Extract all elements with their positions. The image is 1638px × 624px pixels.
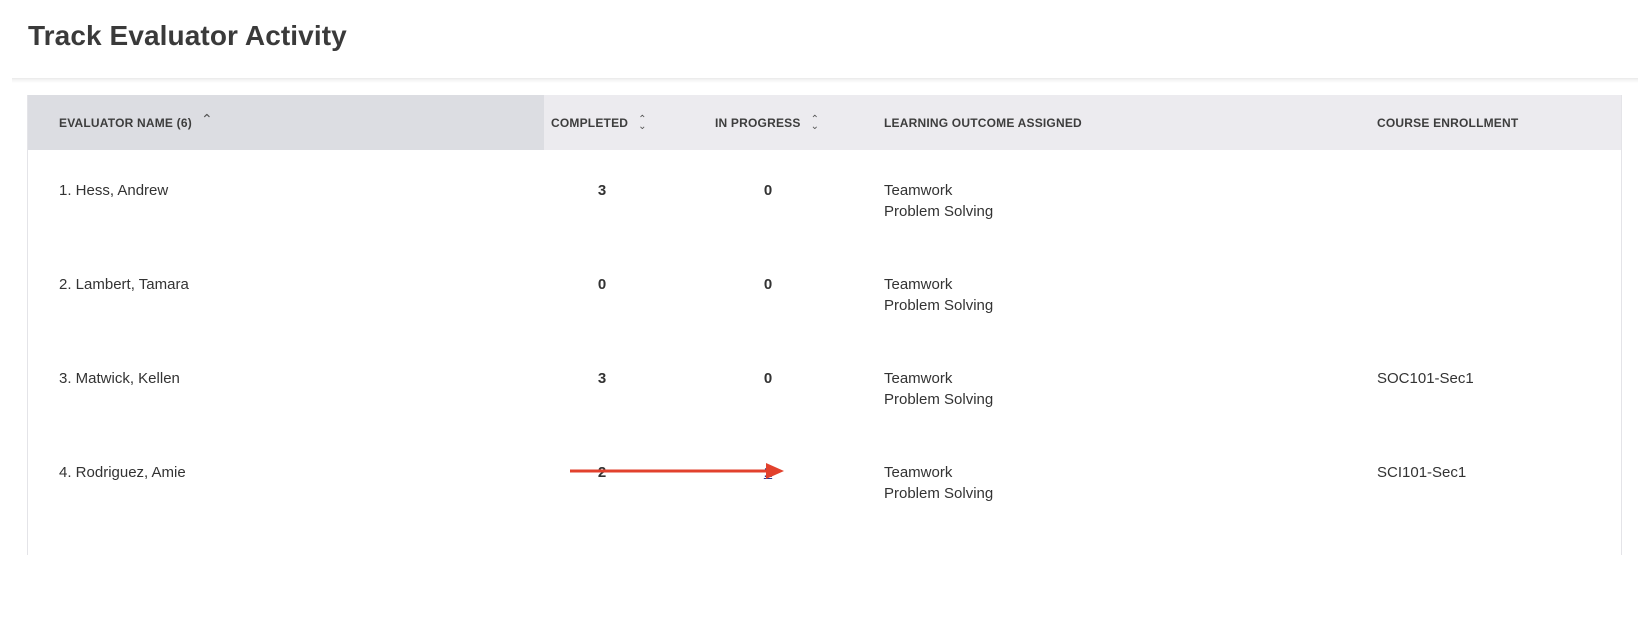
learning-outcome: Teamwork — [884, 370, 953, 387]
evaluator-name: 1. Hess, Andrew — [59, 182, 169, 199]
column-header-evaluator-name[interactable]: EVALUATOR NAME (6) ⌃ — [59, 95, 213, 150]
learning-outcome-list: Teamwork Problem Solving — [884, 462, 993, 504]
in-progress-count: 0 — [763, 182, 773, 199]
table-row — [28, 526, 1621, 555]
column-header-in-progress-label: IN PROGRESS — [715, 115, 801, 130]
table-header-row: EVALUATOR NAME (6) ⌃ COMPLETED ⌃ ⌄ IN PRO… — [28, 95, 1621, 150]
evaluator-name: 2. Lambert, Tamara — [59, 276, 189, 293]
completed-count: 3 — [597, 370, 607, 387]
completed-count: 3 — [597, 182, 607, 199]
sort-ascending-icon[interactable]: ⌃ — [201, 111, 213, 128]
column-header-in-progress[interactable]: IN PROGRESS ⌃ ⌄ — [715, 95, 819, 150]
evaluator-name: 3. Matwick, Kellen — [59, 370, 180, 387]
course-enrollment: SOC101-Sec1 — [1377, 370, 1474, 387]
table-row: 2. Lambert, Tamara 0 0 Teamwork Problem … — [28, 244, 1621, 339]
learning-outcome: Problem Solving — [884, 391, 994, 408]
column-header-evaluator-name-label: EVALUATOR NAME (6) — [59, 115, 192, 130]
table-row: 3. Matwick, Kellen 3 0 Teamwork Problem … — [28, 338, 1621, 433]
page: Track Evaluator Activity EVALUATOR NAME … — [0, 0, 1638, 624]
annotation-arrow-icon — [570, 463, 784, 479]
column-header-learning-outcome: LEARNING OUTCOME ASSIGNED — [884, 95, 1082, 150]
learning-outcome: Problem Solving — [884, 297, 994, 314]
learning-outcome-list: Teamwork Problem Solving — [884, 368, 993, 410]
learning-outcome-list: Teamwork Problem Solving — [884, 180, 993, 222]
learning-outcome: Problem Solving — [884, 485, 994, 502]
column-header-completed[interactable]: COMPLETED ⌃ ⌄ — [551, 95, 647, 150]
in-progress-count: 0 — [763, 276, 773, 293]
learning-outcome: Problem Solving — [884, 203, 994, 220]
evaluator-name: 4. Rodriguez, Amie — [59, 464, 186, 481]
page-title: Track Evaluator Activity — [28, 20, 347, 51]
column-header-completed-label: COMPLETED — [551, 115, 629, 130]
completed-count: 0 — [597, 276, 607, 293]
in-progress-count: 0 — [763, 370, 773, 387]
course-enrollment: SCI101-Sec1 — [1377, 464, 1467, 481]
learning-outcome-list: Teamwork Problem Solving — [884, 274, 993, 316]
sort-toggle-icon[interactable]: ⌃ ⌄ — [638, 114, 647, 131]
sort-toggle-icon[interactable]: ⌃ ⌄ — [811, 114, 820, 131]
table-row: 1. Hess, Andrew 3 0 Teamwork Problem Sol… — [28, 150, 1621, 245]
column-header-course-enrollment-label: COURSE ENROLLMENT — [1377, 115, 1519, 130]
evaluator-activity-table: EVALUATOR NAME (6) ⌃ COMPLETED ⌃ ⌄ IN PRO… — [27, 95, 1622, 555]
column-header-course-enrollment: COURSE ENROLLMENT — [1377, 95, 1518, 150]
column-header-learning-outcome-label: LEARNING OUTCOME ASSIGNED — [884, 115, 1082, 130]
learning-outcome: Teamwork — [884, 464, 953, 481]
annotation-arrow-head — [766, 463, 784, 479]
title-divider — [12, 78, 1638, 83]
learning-outcome: Teamwork — [884, 276, 953, 293]
learning-outcome: Teamwork — [884, 182, 953, 199]
table-row: 4. Rodriguez, Amie 2 1 Teamwork Problem … — [28, 432, 1621, 527]
